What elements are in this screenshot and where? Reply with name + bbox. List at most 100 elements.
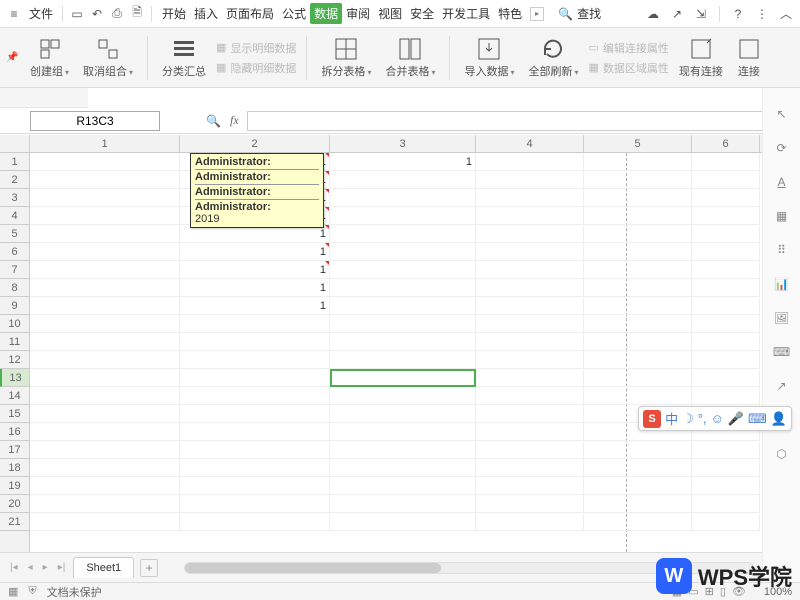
apps-icon[interactable]: ⠿ — [772, 240, 792, 260]
cell[interactable] — [584, 243, 692, 261]
cloud-icon[interactable]: ☁ — [645, 6, 661, 22]
cell[interactable] — [180, 477, 330, 495]
cell[interactable] — [692, 279, 760, 297]
ime-user-icon[interactable]: 👤 — [771, 411, 787, 427]
cell[interactable] — [584, 441, 692, 459]
sheet-nav-last[interactable]: ▸| — [56, 562, 68, 573]
row-header[interactable]: 7 — [0, 261, 29, 279]
cell[interactable] — [30, 315, 180, 333]
cell[interactable] — [692, 243, 760, 261]
cell[interactable] — [476, 153, 584, 171]
search-button[interactable]: 🔍 查找 — [558, 5, 601, 22]
group-import[interactable]: 导入数据 — [460, 37, 518, 79]
cell[interactable] — [692, 459, 760, 477]
group-existing-conn[interactable]: 现有连接 — [675, 37, 727, 79]
cell[interactable] — [476, 315, 584, 333]
cell[interactable] — [692, 153, 760, 171]
cell[interactable] — [30, 423, 180, 441]
cell[interactable] — [330, 423, 476, 441]
cell[interactable] — [30, 495, 180, 513]
row-header[interactable]: 13 — [0, 369, 29, 387]
ime-toolbar[interactable]: S 中 ☽ °, ☺ 🎤 ⌨ 👤 — [638, 406, 792, 431]
cell[interactable] — [180, 351, 330, 369]
cell[interactable] — [476, 225, 584, 243]
cell[interactable] — [476, 459, 584, 477]
row-header[interactable]: 14 — [0, 387, 29, 405]
row-header[interactable]: 4 — [0, 207, 29, 225]
tabs-more-icon[interactable]: ▸ — [530, 7, 544, 21]
cell[interactable] — [180, 405, 330, 423]
cell[interactable] — [476, 297, 584, 315]
add-sheet-button[interactable]: + — [140, 559, 158, 577]
ime-punct-icon[interactable]: °, — [698, 411, 707, 426]
ime-mic-icon[interactable]: 🎤 — [728, 411, 744, 427]
cell[interactable] — [30, 153, 180, 171]
cell-reference-input[interactable] — [30, 111, 160, 131]
cell[interactable] — [476, 279, 584, 297]
col-header[interactable]: 1 — [30, 135, 180, 152]
cell[interactable] — [30, 459, 180, 477]
cell[interactable] — [584, 225, 692, 243]
cell[interactable] — [180, 495, 330, 513]
cell[interactable] — [584, 279, 692, 297]
tab-data[interactable]: 数据 — [310, 3, 342, 24]
cell[interactable] — [476, 261, 584, 279]
cell[interactable] — [330, 351, 476, 369]
cell[interactable] — [584, 351, 692, 369]
cell[interactable] — [584, 189, 692, 207]
cell[interactable] — [30, 351, 180, 369]
new-icon[interactable]: ▭ — [69, 6, 85, 22]
cursor-icon[interactable]: ↖ — [772, 104, 792, 124]
cell[interactable] — [476, 351, 584, 369]
cell-grid[interactable]: 1111111111 — [30, 153, 762, 552]
more-icon[interactable]: ⋮ — [754, 6, 770, 22]
select-all-corner[interactable] — [0, 135, 30, 153]
cell[interactable] — [330, 297, 476, 315]
cell[interactable] — [476, 423, 584, 441]
cell[interactable] — [584, 495, 692, 513]
cell[interactable] — [584, 333, 692, 351]
row-header[interactable]: 19 — [0, 477, 29, 495]
cell[interactable] — [476, 243, 584, 261]
row-header[interactable]: 3 — [0, 189, 29, 207]
print-icon[interactable]: ⎙ — [109, 6, 125, 22]
cell[interactable] — [584, 477, 692, 495]
cell[interactable] — [476, 405, 584, 423]
group-connection[interactable]: 连接 — [733, 37, 765, 79]
cell[interactable] — [330, 459, 476, 477]
open-icon[interactable]: ↶ — [89, 6, 105, 22]
group-ungroup[interactable]: 取消组合 — [79, 37, 137, 79]
cell[interactable] — [584, 513, 692, 531]
cell[interactable] — [330, 405, 476, 423]
cell[interactable] — [692, 297, 760, 315]
row-header[interactable]: 18 — [0, 459, 29, 477]
cell[interactable] — [330, 171, 476, 189]
fx-search-icon[interactable]: 🔍 — [206, 114, 222, 128]
tab-start[interactable]: 开始 — [158, 3, 190, 24]
cell[interactable] — [692, 333, 760, 351]
cell[interactable] — [476, 171, 584, 189]
cell[interactable] — [30, 513, 180, 531]
row-header[interactable]: 17 — [0, 441, 29, 459]
cell[interactable] — [30, 297, 180, 315]
cell[interactable] — [30, 207, 180, 225]
cell[interactable] — [584, 153, 692, 171]
cell[interactable] — [692, 261, 760, 279]
preview-icon[interactable]: 🗎 — [129, 6, 145, 22]
cell[interactable]: 1 — [180, 297, 330, 315]
collapse-icon[interactable]: ︿ — [778, 6, 794, 22]
cell[interactable] — [180, 513, 330, 531]
row-header[interactable]: 8 — [0, 279, 29, 297]
status-grid-icon[interactable]: ▦ — [8, 585, 18, 598]
cell[interactable]: 1 — [180, 261, 330, 279]
cell[interactable] — [330, 261, 476, 279]
cell[interactable] — [584, 315, 692, 333]
group-split[interactable]: 拆分表格 — [317, 37, 375, 79]
settings-side-icon[interactable]: ⬡ — [772, 444, 792, 464]
row-header[interactable]: 5 — [0, 225, 29, 243]
tab-insert[interactable]: 插入 — [190, 3, 222, 24]
sheet-nav-prev[interactable]: ◂ — [26, 562, 35, 573]
group-create[interactable]: 创建组 — [26, 37, 73, 79]
cell[interactable] — [330, 441, 476, 459]
cell[interactable] — [692, 369, 760, 387]
